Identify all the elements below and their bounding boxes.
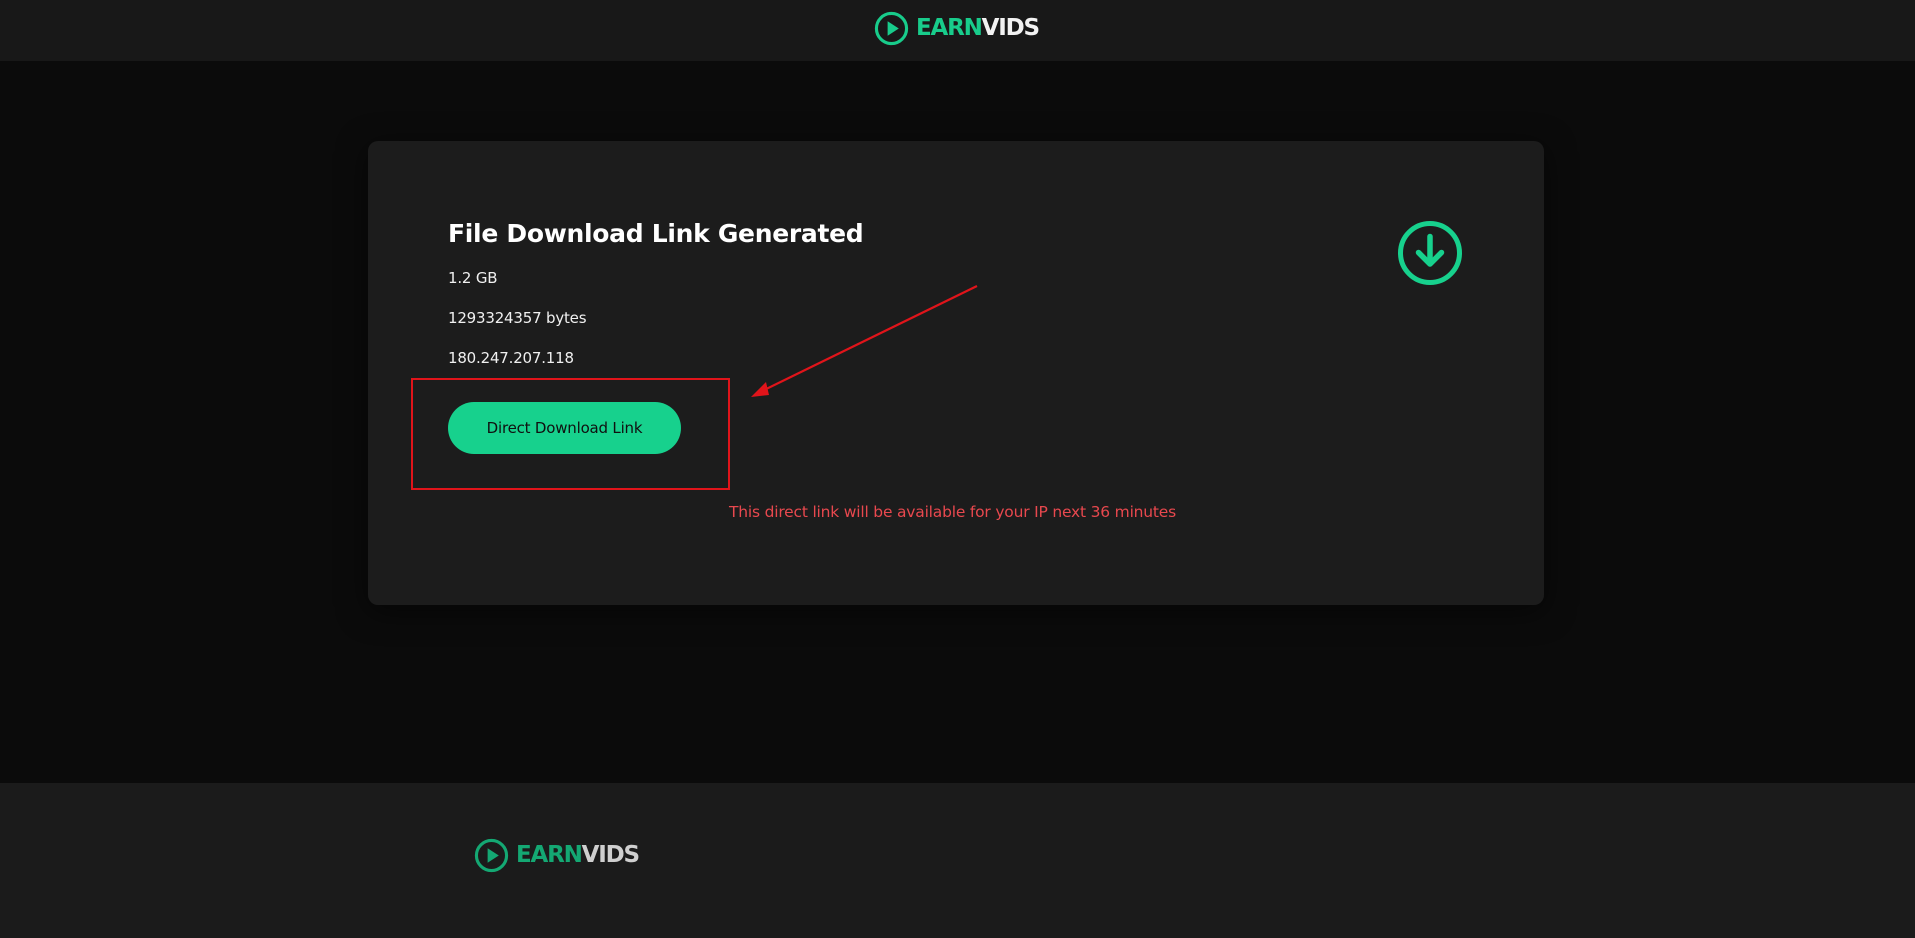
footer-logo[interactable]: EARNVIDS [474, 838, 640, 873]
header-logo[interactable]: EARNVIDS [874, 11, 1040, 46]
play-circle-icon [474, 838, 509, 873]
site-footer: EARNVIDS [0, 783, 1915, 938]
ip-address: 180.247.207.118 [448, 349, 574, 367]
download-circle-icon [1398, 221, 1462, 285]
play-circle-icon [874, 11, 909, 46]
availability-notice: This direct link will be available for y… [729, 503, 1177, 521]
logo-word-vids: VIDS [981, 15, 1040, 41]
annotation-arrow [751, 285, 978, 397]
annotation-highlight-box [411, 378, 730, 490]
file-size: 1.2 GB [448, 269, 498, 287]
logo-wordmark: EARNVIDS [916, 15, 1040, 41]
logo-wordmark: EARNVIDS [516, 842, 640, 868]
card-title: File Download Link Generated [448, 219, 864, 248]
site-header: EARNVIDS [0, 0, 1915, 61]
logo-word-earn: EARN [516, 842, 583, 868]
logo-word-earn: EARN [916, 15, 983, 41]
file-bytes: 1293324357 bytes [448, 309, 587, 327]
logo-word-vids: VIDS [581, 842, 640, 868]
download-card: File Download Link Generated 1.2 GB 1293… [368, 141, 1544, 605]
